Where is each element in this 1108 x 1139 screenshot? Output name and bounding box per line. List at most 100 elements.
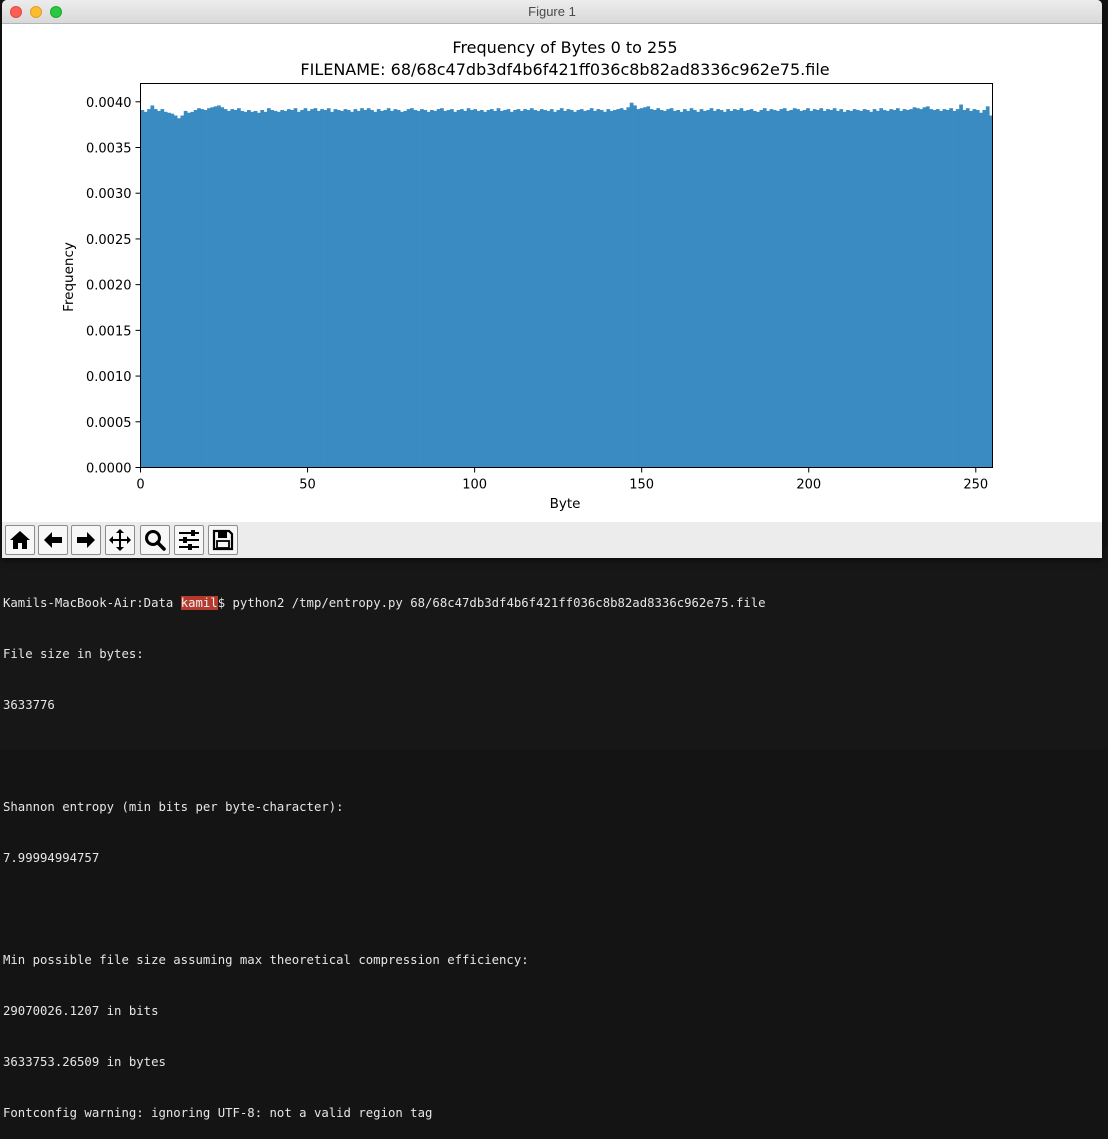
- histogram-bar: [370, 110, 374, 468]
- histogram-bar: [569, 110, 574, 468]
- histogram-bar: [599, 110, 604, 468]
- histogram-bar: [789, 110, 794, 468]
- histogram-bar: [526, 110, 531, 468]
- pan-button[interactable]: [105, 525, 135, 555]
- histogram-bar: [593, 110, 597, 468]
- histogram-bar: [273, 110, 278, 468]
- histogram-bar: [719, 110, 724, 468]
- histogram-bar: [270, 110, 275, 468]
- histogram-bar: [879, 108, 884, 468]
- histogram-bar: [343, 109, 348, 468]
- histogram-bar: [167, 112, 171, 468]
- x-tick-label: 200: [796, 478, 821, 493]
- x-axis: 0 50 100 150 200 250: [136, 467, 988, 493]
- histogram-bar: [852, 109, 857, 468]
- histogram-bar: [639, 108, 644, 468]
- histogram-bar: [263, 111, 268, 468]
- histogram-bar: [905, 110, 910, 468]
- histogram-bar: [802, 110, 807, 468]
- x-tick-label: 150: [629, 478, 654, 493]
- histogram-bar: [866, 110, 870, 468]
- terminal-line: File size in bytes:: [3, 647, 144, 661]
- histogram-bar: [939, 110, 943, 468]
- histogram-bar: [816, 110, 820, 468]
- histogram-bar: [822, 110, 827, 468]
- histogram-bar: [613, 110, 617, 468]
- histogram-bar: [792, 108, 797, 468]
- histogram-bar: [862, 109, 867, 468]
- histogram-bar: [769, 109, 774, 468]
- window-title: Figure 1: [528, 4, 576, 19]
- histogram-bar: [812, 109, 817, 468]
- histogram-bar: [972, 109, 977, 468]
- histogram-bar: [619, 108, 624, 468]
- histogram-bar: [157, 110, 161, 468]
- histogram-bar: [237, 108, 241, 468]
- histogram-bar: [756, 111, 760, 468]
- y-axis: 0.0000 0.0005 0.0010 0.0015 0.0020 0.0025 0.00…: [86, 96, 141, 477]
- histogram-bar: [356, 110, 361, 468]
- histogram-bar: [193, 110, 198, 468]
- y-tick-label: 0.0035: [86, 142, 132, 157]
- zoom-button[interactable]: [140, 525, 170, 555]
- histogram-bar: [456, 110, 461, 468]
- histogram-bar: [959, 104, 963, 468]
- window-titlebar[interactable]: Figure 1: [2, 0, 1102, 24]
- y-tick-label: 0.0030: [86, 187, 132, 202]
- histogram-bar: [766, 110, 770, 468]
- histogram-bar: [503, 110, 507, 468]
- x-axis-label: Byte: [550, 496, 581, 512]
- histogram-bar: [496, 108, 501, 468]
- histogram-bar: [856, 110, 860, 468]
- histogram-bar: [979, 112, 983, 468]
- histogram-bar: [436, 109, 441, 468]
- save-button[interactable]: [208, 525, 238, 555]
- floppy-disk-icon: [212, 529, 234, 551]
- x-tick-label: 250: [963, 478, 988, 493]
- histogram-bar: [353, 109, 358, 468]
- histogram-bar: [806, 108, 810, 468]
- terminal-prompt-user: kamil: [180, 596, 218, 610]
- histogram-bar: [286, 109, 291, 468]
- histogram-bar: [566, 109, 571, 468]
- histogram-bar: [183, 110, 188, 468]
- histogram-bar: [243, 111, 248, 468]
- y-axis-label: Frequency: [61, 242, 77, 312]
- histogram-bar: [739, 108, 744, 468]
- forward-button[interactable]: [71, 525, 101, 555]
- histogram-bar: [682, 109, 687, 468]
- histogram-bar: [416, 110, 421, 468]
- histogram-bar: [726, 109, 730, 468]
- configure-subplots-button[interactable]: [174, 525, 204, 555]
- histogram-bar: [832, 108, 837, 468]
- histogram-bar: [892, 110, 897, 468]
- histogram-bar: [663, 110, 667, 468]
- histogram-bar: [210, 107, 215, 468]
- histogram-bar: [985, 106, 990, 468]
- terminal-prompt-host: Kamils-MacBook-Air:Data: [3, 596, 181, 610]
- histogram-bar: [649, 109, 654, 468]
- histogram-bar: [393, 109, 398, 468]
- histogram-bar: [965, 108, 970, 468]
- histogram-bar: [463, 110, 468, 468]
- figure-canvas[interactable]: Frequency of Bytes 0 to 255 FILENAME: 68…: [2, 24, 1102, 522]
- magnifier-icon: [145, 530, 166, 551]
- histogram-bar: [366, 108, 371, 468]
- histogram-bar: [942, 109, 947, 468]
- histogram-bar: [945, 110, 950, 468]
- arrow-right-icon: [77, 532, 95, 548]
- histogram-bar: [256, 112, 261, 468]
- histogram-bar: [430, 110, 434, 468]
- histogram-bar: [170, 113, 175, 468]
- histogram-bar: [886, 110, 890, 468]
- back-button[interactable]: [38, 525, 68, 555]
- histogram-bar: [673, 110, 677, 468]
- histogram-bar: [596, 109, 601, 468]
- histogram-bar: [207, 108, 211, 468]
- home-button[interactable]: [5, 525, 35, 555]
- histogram-bar: [177, 118, 181, 468]
- histogram-bar: [762, 108, 767, 468]
- histogram-bar: [699, 109, 704, 468]
- histogram-bar: [140, 110, 145, 468]
- histogram-bar: [433, 110, 438, 468]
